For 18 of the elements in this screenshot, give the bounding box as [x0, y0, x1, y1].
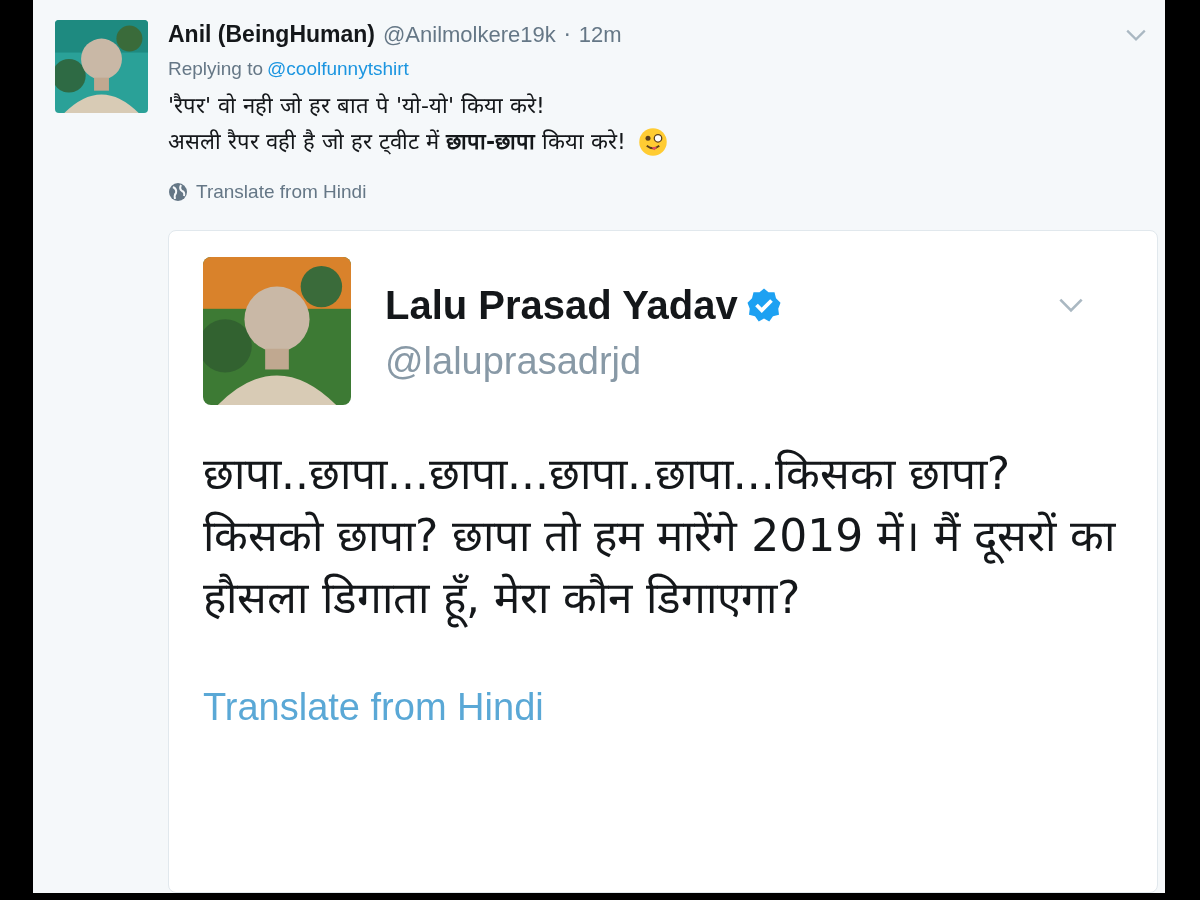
quoted-user-handle[interactable]: @laluprasadrjd: [385, 339, 1097, 383]
caret-icon[interactable]: [1057, 297, 1085, 313]
user-name[interactable]: Anil (BeingHuman): [168, 20, 375, 48]
replying-label: Replying to: [168, 57, 264, 81]
user-handle[interactable]: @Anilmolkere19k: [383, 21, 556, 49]
globe-icon: [168, 181, 188, 202]
caret-icon[interactable]: [1125, 27, 1147, 42]
tweet-time[interactable]: 12m: [578, 21, 622, 49]
separator: ·: [563, 21, 571, 49]
quoted-tweet-card[interactable]: Lalu Prasad Yadav @laluprasadrjd छापा..छापा...छापा...छापा..छापा...किसका छापा? किसको छापा? छापा तो हम मारेंगे 2019 में। मैं दूसरों का हौसला डिगाता हूँ, मेरा कौन डिगाएगा? Translate from Hindi: [168, 230, 1158, 893]
tweet-text: असली रैपर वही है जो हर ट्वीट में छापा-छापा किया करे!: [168, 127, 626, 157]
reply-link[interactable]: @coolfunnytshirt: [267, 55, 409, 84]
quoted-user-name[interactable]: Lalu Prasad Yadav: [385, 281, 738, 329]
translate-link[interactable]: Translate from Hindi: [203, 679, 544, 736]
quoted-tweet-text: छापा..छापा...छापा...छापा..छापा...किसका छापा? किसको छापा? छापा तो हम मारेंगे 2019 में। मैं दूसरों का हौसला डिगाता हूँ, मेरा कौन डिगाएगा?: [203, 443, 1143, 629]
tweet-text: 'रैपर' वो नही जो हर बात पे 'यो-यो' किया करे!: [168, 91, 545, 120]
translate-link[interactable]: Translate from Hindi: [168, 177, 367, 206]
winking-emoji-icon: [637, 126, 668, 157]
